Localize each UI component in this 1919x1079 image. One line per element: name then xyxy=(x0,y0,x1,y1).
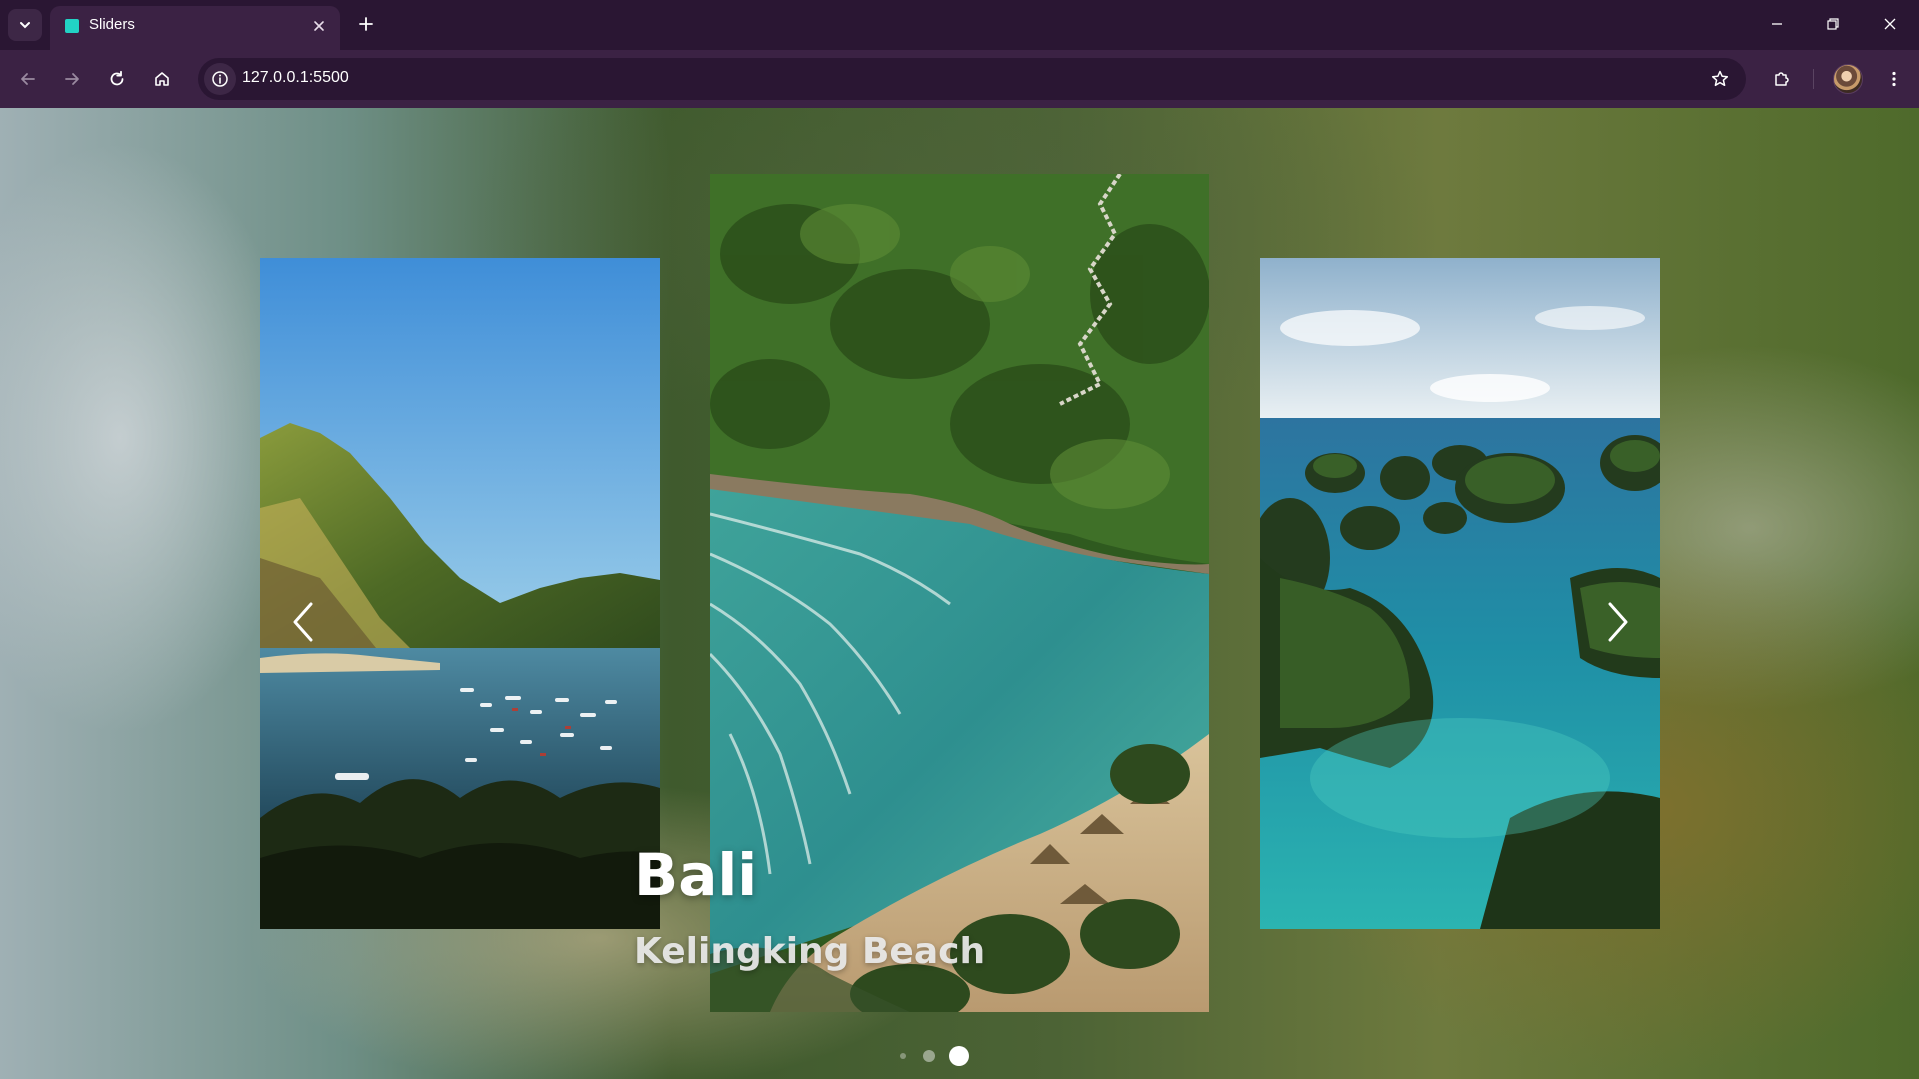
site-info-button[interactable] xyxy=(204,63,236,95)
profile-avatar[interactable] xyxy=(1833,64,1863,94)
url-text: 127.0.0.1:5500 xyxy=(242,69,349,86)
slider-prev-button[interactable] xyxy=(283,594,323,650)
arrow-right-icon xyxy=(65,73,79,85)
slide-current[interactable] xyxy=(710,174,1209,1012)
home-button[interactable] xyxy=(146,63,178,95)
tab-search-button[interactable] xyxy=(8,9,42,41)
minimize-icon xyxy=(1772,23,1782,25)
back-button[interactable] xyxy=(12,63,44,95)
slide-subtitle: Kelingking Beach xyxy=(634,931,986,972)
pagination-dot-active[interactable] xyxy=(949,1046,969,1066)
pagination-dot-2[interactable] xyxy=(923,1050,935,1062)
extensions-button[interactable] xyxy=(1766,63,1798,95)
arrow-left-icon xyxy=(21,73,35,85)
kebab-menu-icon xyxy=(1892,71,1896,87)
chevron-right-icon xyxy=(1608,602,1628,642)
browser-tab[interactable]: Sliders xyxy=(50,6,340,50)
info-icon xyxy=(212,71,228,87)
pagination-dot-1[interactable] xyxy=(900,1053,906,1059)
slider-pagination xyxy=(896,1045,976,1067)
browser-tab-bar: Sliders xyxy=(0,0,1919,50)
browser-toolbar: 127.0.0.1:5500 xyxy=(0,50,1919,108)
slide-title: Bali xyxy=(634,841,758,909)
chevron-left-icon xyxy=(293,602,313,642)
address-bar[interactable]: 127.0.0.1:5500 xyxy=(198,58,1746,100)
restore-icon xyxy=(1827,18,1839,30)
close-icon xyxy=(314,21,324,31)
browser-menu-button[interactable] xyxy=(1878,63,1910,95)
forward-button[interactable] xyxy=(56,63,88,95)
tab-title: Sliders xyxy=(89,16,135,33)
restore-button[interactable] xyxy=(1811,8,1855,40)
new-tab-button[interactable] xyxy=(352,10,380,38)
puzzle-icon xyxy=(1775,72,1789,86)
star-icon xyxy=(1711,70,1729,87)
page-viewport: Bali Kelingking Beach xyxy=(0,108,1919,1079)
plus-icon xyxy=(359,17,373,31)
reload-button[interactable] xyxy=(101,63,133,95)
favicon-icon xyxy=(65,19,79,33)
close-tab-button[interactable] xyxy=(308,15,330,37)
slider-next-button[interactable] xyxy=(1598,594,1638,650)
reload-icon xyxy=(110,70,124,86)
home-icon xyxy=(155,72,169,86)
slide-image-kelingking-beach xyxy=(710,174,1209,1012)
chevron-down-icon xyxy=(20,22,30,29)
close-icon xyxy=(1884,18,1896,30)
minimize-button[interactable] xyxy=(1755,8,1799,40)
close-window-button[interactable] xyxy=(1868,8,1912,40)
bookmark-button[interactable] xyxy=(1704,63,1736,95)
toolbar-divider xyxy=(1813,69,1814,89)
